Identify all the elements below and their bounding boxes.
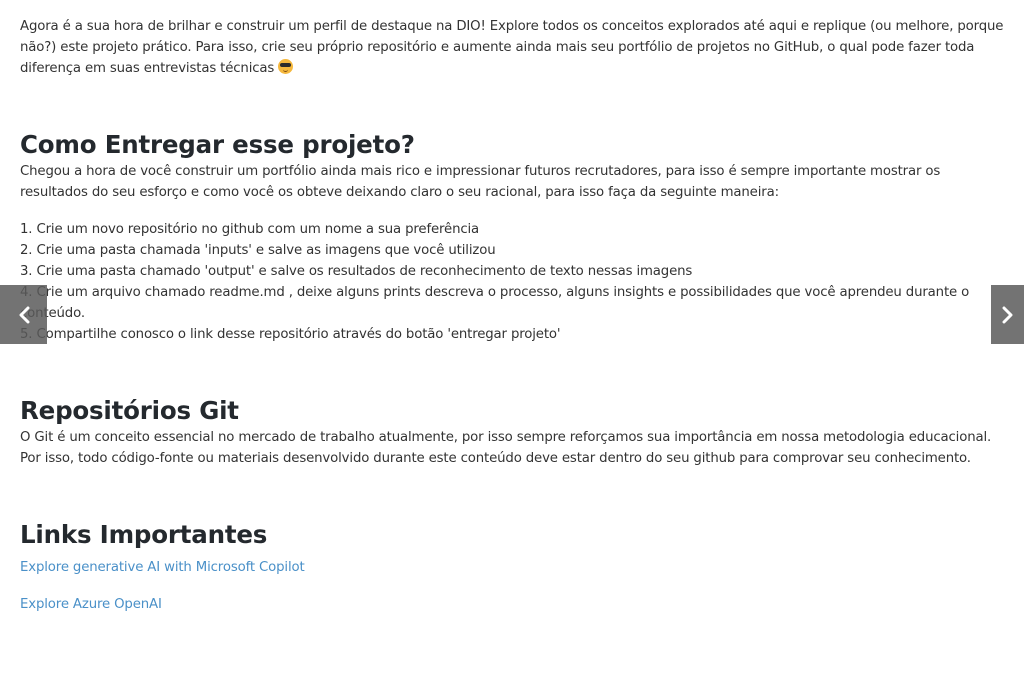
link-copilot[interactable]: Explore generative AI with Microsoft Cop…	[20, 557, 1010, 578]
repos-paragraph: O Git é um conceito essencial no mercado…	[20, 430, 992, 466]
heading-como-entregar: Como Entregar esse projeto?	[20, 130, 415, 159]
link-azure-openai[interactable]: Explore Azure OpenAI	[20, 594, 1010, 615]
step-item-2: 2. Crie uma pasta chamada 'inputs' e sal…	[20, 243, 496, 258]
step-item-4: 4. Crie um arquivo chamado readme.md , d…	[20, 285, 970, 321]
previous-slide-button[interactable]	[0, 285, 47, 344]
heading-links-importantes: Links Importantes	[20, 520, 268, 549]
step-item-1: 1. Crie um novo repositório no github co…	[20, 222, 480, 237]
heading-repositorios-git: Repositórios Git	[20, 396, 239, 425]
intro-paragraph: Agora é a sua hora de brilhar e construi…	[20, 16, 1010, 79]
next-slide-button[interactable]	[991, 285, 1024, 344]
entregar-paragraph: Chegou a hora de você construir um portf…	[20, 164, 941, 200]
steps-list: 1. Crie um novo repositório no github co…	[20, 219, 1010, 345]
step-item-5: 5. Compartilhe conosco o link desse repo…	[20, 327, 561, 342]
lesson-content: Agora é a sua hora de brilhar e construi…	[20, 16, 1010, 615]
step-item-3: 3. Crie uma pasta chamado 'output' e sal…	[20, 264, 693, 279]
intro-text: Agora é a sua hora de brilhar e construi…	[20, 19, 1004, 76]
chevron-right-icon	[1001, 306, 1015, 324]
chevron-left-icon	[17, 306, 31, 324]
sunglasses-emoji-icon	[278, 59, 294, 74]
